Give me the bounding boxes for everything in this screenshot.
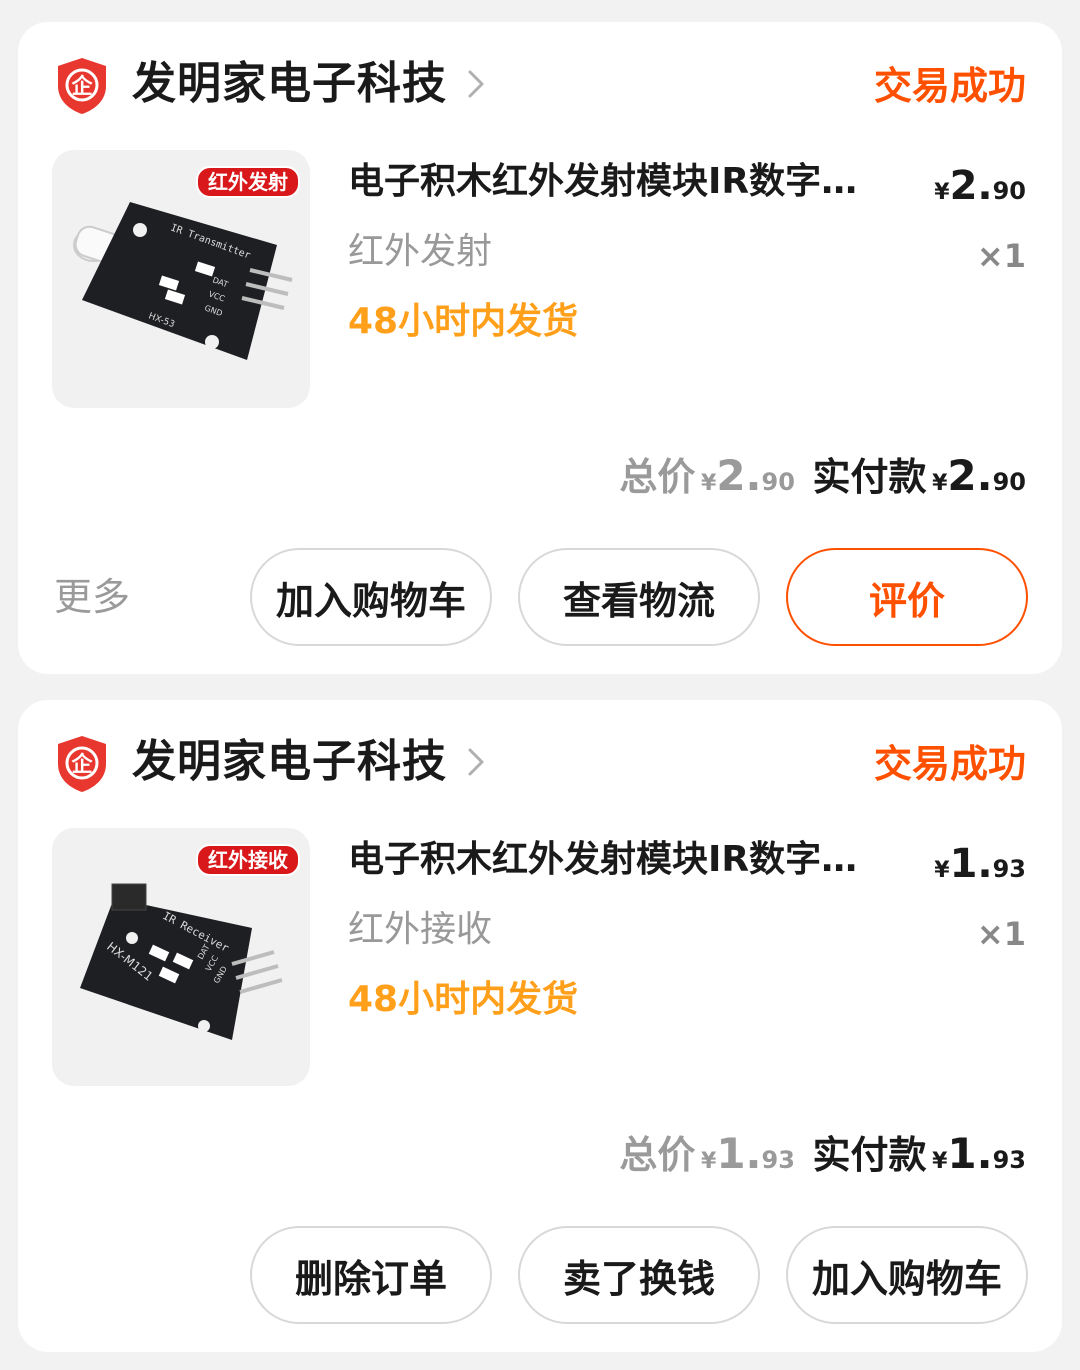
- product-image[interactable]: IR Transmitter DAT VCC GND HX-53 红外发射: [52, 150, 310, 408]
- shop-name[interactable]: 发明家电子科技: [132, 58, 447, 110]
- shop-header[interactable]: 企 发明家电子科技 交易成功: [54, 732, 1026, 792]
- shipping-promise: 48小时内发货: [348, 301, 579, 342]
- shop-header[interactable]: 企 发明家电子科技 交易成功: [54, 54, 1026, 114]
- unit-price: ¥1.93: [934, 841, 1026, 887]
- unit-price: ¥2.90: [934, 163, 1026, 209]
- paid-label: 实付款: [812, 455, 927, 499]
- review-button[interactable]: 评价: [786, 548, 1028, 646]
- product-title[interactable]: 电子积木红外发射模块IR数字38KHz红外发射传感器: [348, 158, 868, 206]
- product-title[interactable]: 电子积木红外发射模块IR数字38KHz红外接收传感器: [348, 836, 868, 884]
- shop-badge-text: 企: [71, 752, 94, 776]
- view-logistics-button[interactable]: 查看物流: [518, 548, 760, 646]
- order-status: 交易成功: [873, 64, 1026, 108]
- product-tag: 红外接收: [196, 844, 300, 876]
- total-amount: ¥1.93: [701, 1129, 795, 1178]
- shop-name[interactable]: 发明家电子科技: [132, 736, 447, 788]
- enterprise-shield-icon: 企: [58, 736, 106, 792]
- product-sku: 红外接收: [348, 909, 493, 950]
- quantity: ×1: [976, 915, 1026, 953]
- paid-amount: ¥1.93: [932, 1129, 1026, 1178]
- product-tag: 红外发射: [196, 166, 300, 198]
- chevron-right-icon[interactable]: [464, 66, 490, 102]
- paid-label: 实付款: [812, 1133, 927, 1177]
- chevron-right-icon[interactable]: [464, 744, 490, 780]
- shop-badge-text: 企: [71, 74, 94, 98]
- add-to-cart-button[interactable]: 加入购物车: [250, 548, 492, 646]
- order-totals: 总价 ¥1.93 实付款 ¥1.93: [619, 1126, 1026, 1191]
- order-card[interactable]: 企 发明家电子科技 交易成功 IR Receiver DAT VCC GND H…: [18, 700, 1062, 1352]
- product-image[interactable]: IR Receiver DAT VCC GND HX-M121 红外接收: [52, 828, 310, 1086]
- more-link[interactable]: 更多: [54, 572, 130, 622]
- product-sku: 红外发射: [348, 231, 493, 272]
- total-label: 总价: [619, 455, 696, 499]
- total-amount: ¥2.90: [701, 451, 795, 500]
- order-list: 企 发明家电子科技 交易成功 IR Transmitter DAT VCC GN…: [0, 0, 1080, 1370]
- shipping-promise: 48小时内发货: [348, 979, 579, 1020]
- total-label: 总价: [619, 1133, 696, 1177]
- enterprise-shield-icon: 企: [58, 58, 106, 114]
- delete-order-button[interactable]: 删除订单: [250, 1226, 492, 1324]
- resell-button[interactable]: 卖了换钱: [518, 1226, 760, 1324]
- quantity: ×1: [976, 237, 1026, 275]
- order-card[interactable]: 企 发明家电子科技 交易成功 IR Transmitter DAT VCC GN…: [18, 22, 1062, 674]
- order-status: 交易成功: [873, 742, 1026, 786]
- add-to-cart-button[interactable]: 加入购物车: [786, 1226, 1028, 1324]
- order-totals: 总价 ¥2.90 实付款 ¥2.90: [619, 448, 1026, 513]
- paid-amount: ¥2.90: [932, 451, 1026, 500]
